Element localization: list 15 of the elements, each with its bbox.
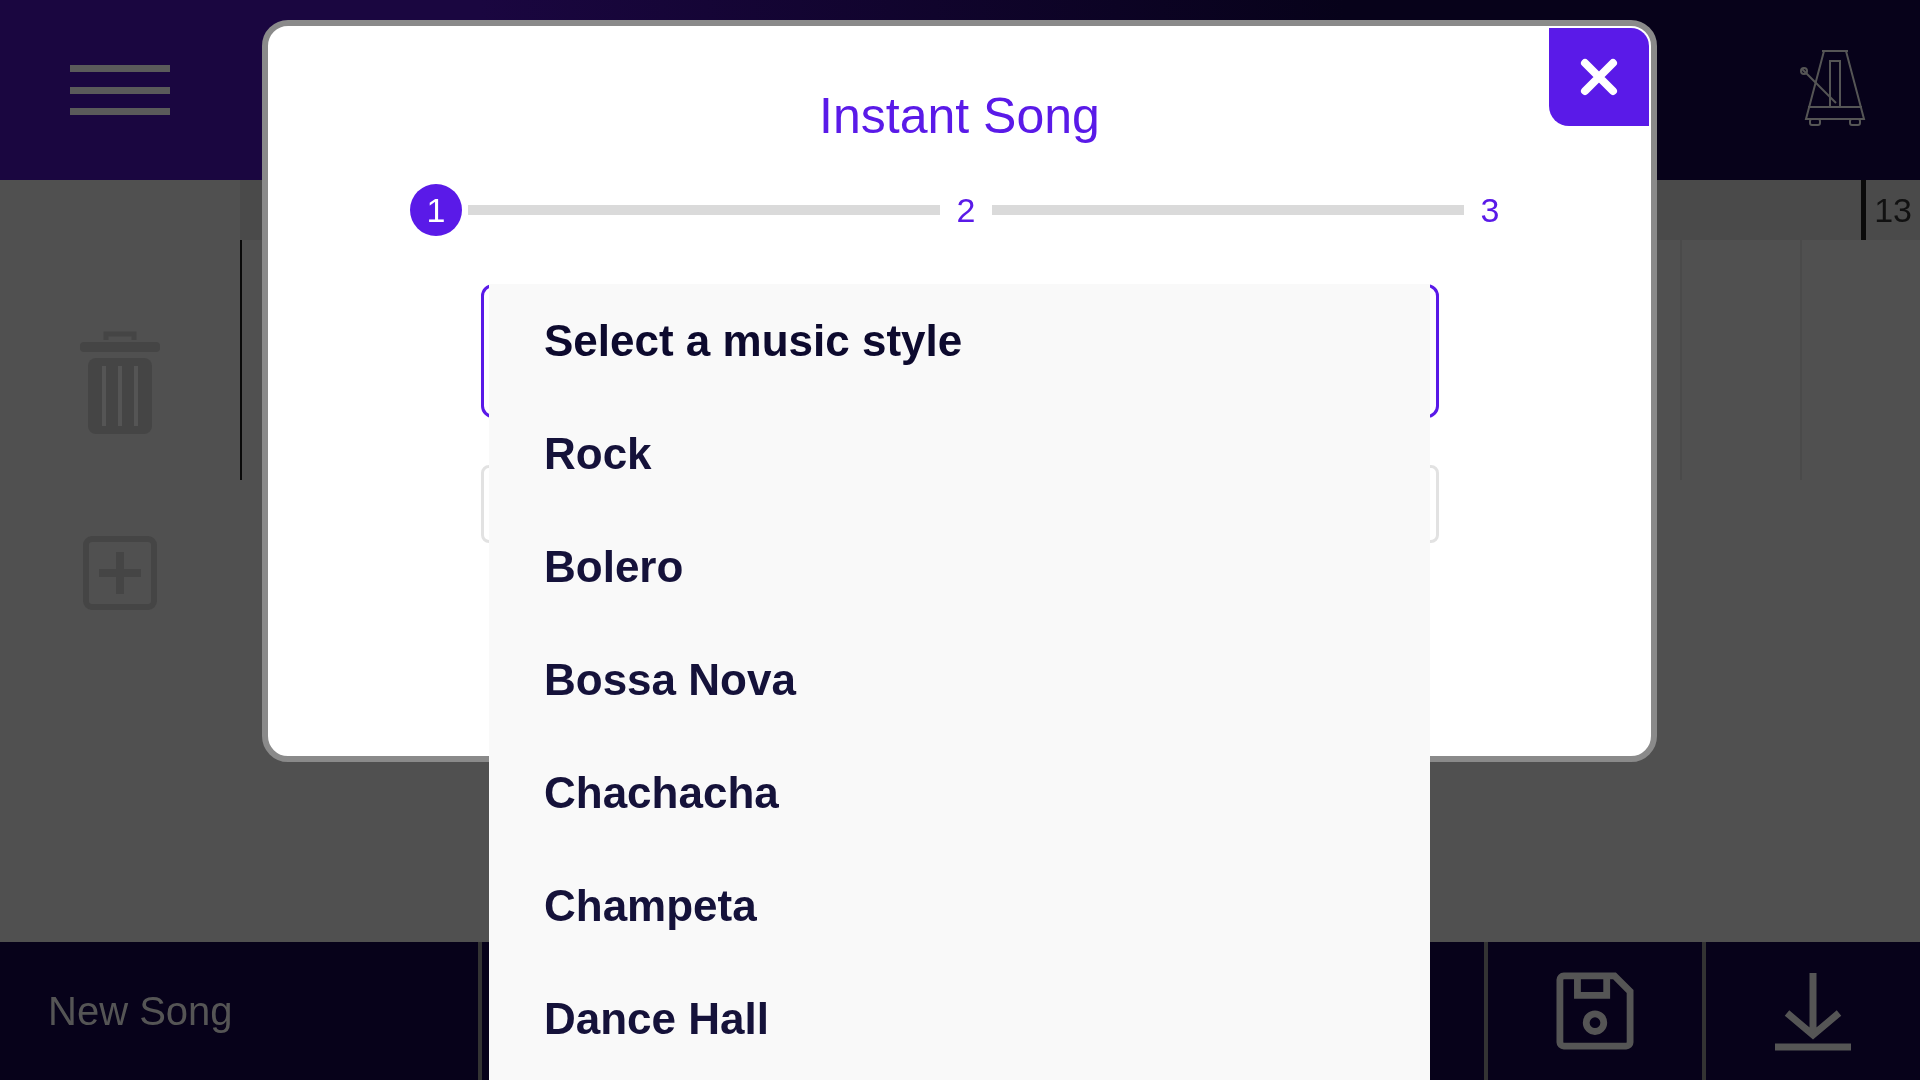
menu-option[interactable]: Dance Hall bbox=[489, 962, 1430, 1075]
close-icon bbox=[1579, 57, 1619, 97]
menu-option[interactable]: Bolero bbox=[489, 510, 1430, 623]
menu-option[interactable]: Chachacha bbox=[489, 736, 1430, 849]
save-icon[interactable] bbox=[1556, 972, 1634, 1050]
download-icon[interactable] bbox=[1773, 971, 1853, 1051]
close-button[interactable] bbox=[1549, 28, 1649, 126]
step-indicator: 2 bbox=[955, 190, 977, 230]
dialog-title: Instant Song bbox=[818, 87, 1101, 146]
step-indicator: 3 bbox=[1479, 190, 1501, 230]
menu-option[interactable]: Rock bbox=[489, 397, 1430, 510]
menu-option[interactable]: Champeta bbox=[489, 849, 1430, 962]
step-indicator: 1 bbox=[410, 184, 462, 236]
menu-option[interactable]: Bossa Nova bbox=[489, 623, 1430, 736]
menu-icon[interactable] bbox=[70, 65, 170, 115]
